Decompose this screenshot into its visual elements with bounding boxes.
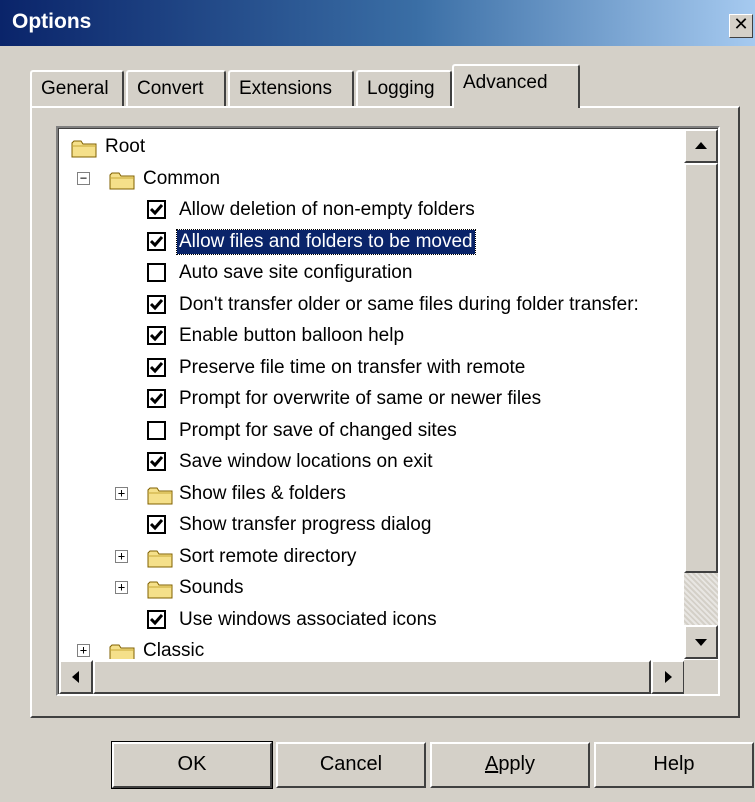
tree-item-label: Prompt for overwrite of same or newer fi…	[179, 388, 542, 409]
folder-icon	[109, 642, 135, 659]
tree-checkbox-item[interactable]: Enable button balloon help	[59, 320, 685, 352]
scroll-up-button[interactable]	[684, 129, 718, 163]
folder-icon	[147, 485, 173, 505]
cancel-button[interactable]: Cancel	[276, 742, 426, 788]
tab-label: Logging	[367, 78, 435, 99]
title-bar: Options ✕	[0, 0, 755, 46]
tab-logging[interactable]: Logging	[356, 70, 452, 108]
expand-icon[interactable]: +	[115, 549, 128, 563]
tree-item-label: Prompt for save of changed sites	[179, 419, 457, 441]
tree-checkbox-item[interactable]: Allow deletion of non-empty folders	[59, 194, 685, 226]
tab-label: Convert	[137, 78, 204, 99]
scroll-down-button[interactable]	[684, 625, 718, 659]
tree-viewport: Root − Common Allow deletion of non-empty f…	[59, 129, 685, 659]
tab-extensions[interactable]: Extensions	[228, 70, 354, 108]
cancel-label: Cancel	[319, 753, 383, 775]
close-icon: ✕	[733, 14, 749, 35]
tree-checkbox-item[interactable]: Allow files and folders to be moved	[59, 226, 685, 258]
tree-item-label: Sounds	[179, 577, 244, 598]
tree-checkbox-item[interactable]: Prompt for overwrite of same or newer fi…	[59, 383, 685, 415]
tree-node-root[interactable]: Root	[59, 131, 685, 163]
collapse-icon[interactable]: −	[77, 171, 90, 185]
options-tree[interactable]: Root − Common Allow deletion of non-empty f…	[56, 126, 720, 696]
tree-node-label: Classic	[143, 640, 205, 659]
checked-checkbox-icon[interactable]	[147, 326, 166, 345]
expand-icon[interactable]: +	[115, 581, 128, 594]
tree-item-label: Show files & folders	[179, 482, 346, 504]
vertical-scrollbar[interactable]	[684, 129, 718, 659]
tree-checkbox-item[interactable]: Save window locations on exit	[59, 446, 685, 478]
advanced-panel: Root − Common Allow deletion of non-empty f…	[30, 106, 740, 718]
tree-node-label: Root	[105, 136, 146, 157]
tree-checkbox-item[interactable]: Prompt for save of changed sites	[59, 415, 685, 447]
ok-button[interactable]: OK	[111, 741, 273, 789]
tree-item-label: Auto save site configuration	[179, 262, 413, 283]
apply-button[interactable]: Apply	[430, 742, 590, 788]
tree-item-label: Enable button balloon help	[179, 325, 405, 346]
scroll-right-button[interactable]	[651, 660, 685, 694]
arrow-down-icon	[695, 639, 707, 646]
tab-convert[interactable]: Convert	[126, 70, 226, 108]
expand-icon[interactable]: +	[115, 486, 128, 500]
scroll-left-button[interactable]	[59, 660, 93, 694]
tree-item-label: Save window locations on exit	[179, 451, 433, 472]
tab-strip: General Convert Extensions Logging Advan…	[30, 64, 590, 108]
apply-label: pply	[498, 753, 536, 775]
help-label: Help	[653, 753, 695, 775]
tree-item-label: Use windows associated icons	[179, 608, 437, 630]
tab-label: Extensions	[239, 78, 332, 99]
scroll-corner	[684, 660, 718, 694]
arrow-left-icon	[72, 671, 79, 683]
tree-item-label: Don't transfer older or same files durin…	[179, 293, 639, 315]
tab-label: General	[41, 78, 109, 99]
tab-label: Advanced	[463, 72, 548, 93]
vertical-scroll-thumb[interactable]	[684, 163, 718, 573]
folder-icon	[109, 170, 135, 190]
tree-checkbox-item[interactable]: Preserve file time on transfer with remo…	[59, 352, 685, 384]
checked-checkbox-icon[interactable]	[147, 609, 166, 629]
tree-item-label: Sort remote directory	[179, 545, 357, 567]
folder-icon	[147, 579, 173, 599]
folder-icon	[71, 138, 97, 158]
tree-item-label: Show transfer progress dialog	[179, 514, 432, 535]
tab-advanced[interactable]: Advanced	[452, 64, 580, 108]
checked-checkbox-icon[interactable]	[147, 452, 166, 471]
tree-item-label: Allow deletion of non-empty folders	[179, 199, 475, 220]
checked-checkbox-icon[interactable]	[147, 231, 166, 251]
tree-node-common[interactable]: − Common	[59, 163, 685, 195]
horizontal-scrollbar[interactable]	[59, 660, 685, 694]
tab-general[interactable]: General	[30, 70, 124, 108]
tree-checkbox-item[interactable]: Auto save site configuration	[59, 257, 685, 289]
tree-folder-item[interactable]: + Sounds	[59, 572, 685, 604]
unchecked-checkbox-icon[interactable]	[147, 263, 166, 282]
ok-label: OK	[177, 753, 207, 775]
checked-checkbox-icon[interactable]	[147, 200, 166, 219]
unchecked-checkbox-icon[interactable]	[147, 420, 166, 440]
tree-folder-item[interactable]: + Sort remote directory	[59, 541, 685, 573]
folder-icon	[147, 548, 173, 568]
checked-checkbox-icon[interactable]	[147, 515, 166, 534]
help-button[interactable]: Help	[594, 742, 754, 788]
window-title: Options	[12, 10, 92, 33]
tree-node-classic[interactable]: + Classic	[59, 635, 685, 659]
tree-item-label: Allow files and folders to be moved	[176, 228, 476, 255]
checked-checkbox-icon[interactable]	[147, 357, 166, 377]
checked-checkbox-icon[interactable]	[147, 389, 166, 408]
tree-item-label: Preserve file time on transfer with remo…	[179, 356, 526, 378]
tree-checkbox-item[interactable]: Show transfer progress dialog	[59, 509, 685, 541]
tree-node-label: Common	[143, 167, 221, 189]
expand-icon[interactable]: +	[77, 644, 90, 657]
arrow-right-icon	[665, 671, 672, 683]
close-button[interactable]: ✕	[729, 14, 753, 38]
horizontal-scroll-thumb[interactable]	[93, 660, 651, 694]
tree-checkbox-item[interactable]: Don't transfer older or same files durin…	[59, 289, 685, 321]
apply-mnemonic: A	[484, 753, 499, 775]
tree-folder-item[interactable]: + Show files & folders	[59, 478, 685, 510]
checked-checkbox-icon[interactable]	[147, 294, 166, 314]
arrow-up-icon	[695, 142, 707, 149]
tree-checkbox-item[interactable]: Use windows associated icons	[59, 604, 685, 636]
